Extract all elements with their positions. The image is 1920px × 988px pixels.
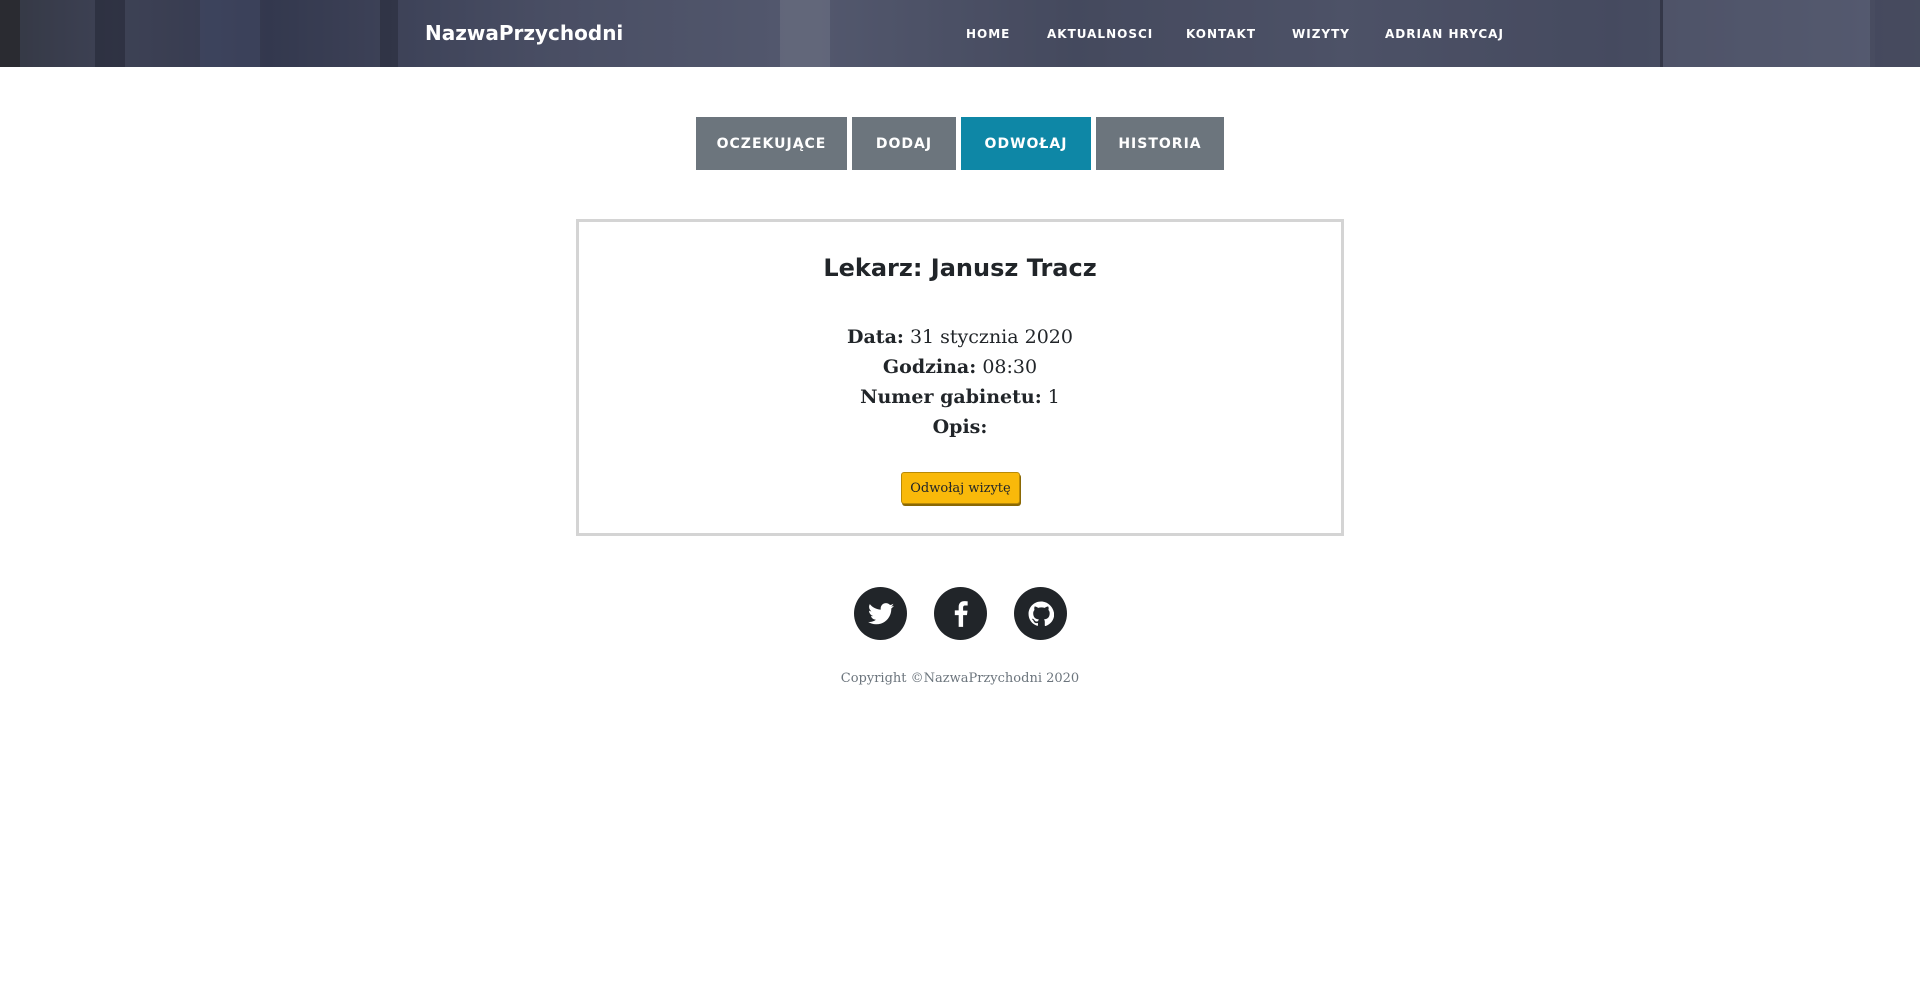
main-nav: HOME AKTUALNOSCI KONTAKT WIZYTY ADRIAN H… <box>0 27 1920 41</box>
nav-home[interactable]: HOME <box>966 27 1010 41</box>
doctor-name: Lekarz: Janusz Tracz <box>823 254 1097 282</box>
nav-wizyty[interactable]: WIZYTY <box>1292 27 1350 41</box>
github-link[interactable] <box>1014 587 1067 640</box>
visit-description-row: Opis: <box>579 412 1341 442</box>
visit-room-value: 1 <box>1047 386 1060 408</box>
visit-date-row: Data: 31 stycznia 2020 <box>579 322 1341 352</box>
nav-kontakt[interactable]: KONTAKT <box>1186 27 1256 41</box>
facebook-link[interactable] <box>934 587 987 640</box>
visit-time-row: Godzina: 08:30 <box>579 352 1341 382</box>
visit-card: Lekarz: Janusz Tracz Data: 31 stycznia 2… <box>576 219 1344 536</box>
visit-room-row: Numer gabinetu: 1 <box>579 382 1341 412</box>
tab-oczekujace[interactable]: OCZEKUJĄCE <box>696 117 847 170</box>
github-icon <box>1028 601 1054 626</box>
visit-details: Data: 31 stycznia 2020 Godzina: 08:30 Nu… <box>579 322 1341 442</box>
nav-user-account[interactable]: ADRIAN HRYCAJ <box>1385 27 1504 41</box>
copyright-text: Copyright ©NazwaPrzychodni 2020 <box>840 671 1080 686</box>
facebook-icon <box>954 600 968 627</box>
site-header: NazwaPrzychodni HOME AKTUALNOSCI KONTAKT… <box>0 0 1920 67</box>
visit-room-label: Numer gabinetu: <box>860 386 1042 408</box>
tab-historia[interactable]: HISTORIA <box>1096 117 1224 170</box>
twitter-link[interactable] <box>854 587 907 640</box>
twitter-icon <box>867 602 894 624</box>
nav-aktualnosci[interactable]: AKTUALNOSCI <box>1047 27 1153 41</box>
visit-date-value: 31 stycznia 2020 <box>909 326 1073 348</box>
visit-description-label: Opis: <box>932 416 988 438</box>
visit-time-label: Godzina: <box>882 356 977 378</box>
visit-date-label: Data: <box>847 326 904 348</box>
visit-time-value: 08:30 <box>982 356 1038 378</box>
social-links <box>0 587 1920 640</box>
tab-dodaj[interactable]: DODAJ <box>852 117 956 170</box>
cancel-visit-button[interactable]: Odwołaj wizytę <box>901 472 1020 504</box>
tab-odwolaj[interactable]: ODWOŁAJ <box>961 117 1091 170</box>
